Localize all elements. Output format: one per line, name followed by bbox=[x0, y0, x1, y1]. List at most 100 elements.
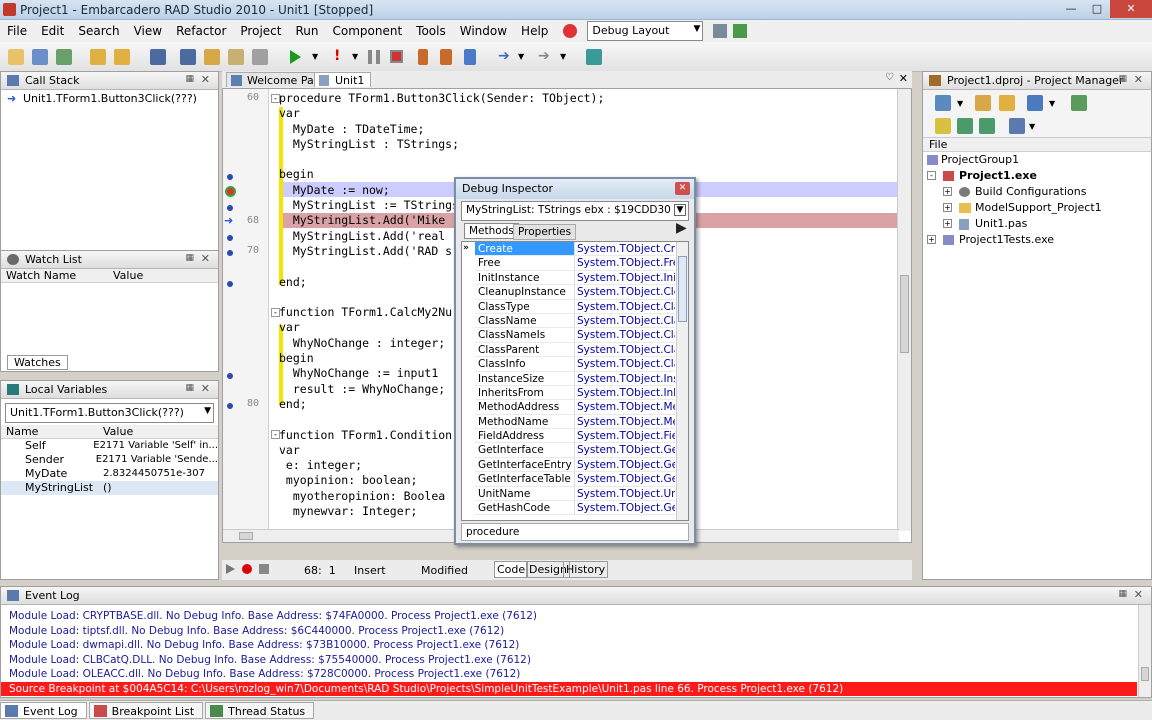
methods-grid[interactable]: » CreateSystem.TObject.Creat FreeSystem.… bbox=[461, 241, 689, 521]
method-row[interactable]: GetInterfaceSystem.TObject.GetIn bbox=[475, 443, 675, 458]
save-layout-icon[interactable] bbox=[713, 24, 728, 38]
code-line[interactable]: MyStringList : TStrings; bbox=[279, 137, 897, 152]
new-items-icon[interactable] bbox=[32, 49, 48, 65]
pin-icon[interactable]: ▦ bbox=[1118, 589, 1127, 599]
expand-toggle-icon[interactable]: + bbox=[927, 235, 936, 244]
tree-item-unit1[interactable]: + Unit1.pas bbox=[923, 216, 1151, 232]
menu-tools[interactable]: Tools bbox=[409, 24, 453, 38]
close-button[interactable]: ✕ bbox=[1110, 0, 1152, 18]
help-icon[interactable] bbox=[563, 24, 578, 38]
method-row[interactable]: ClassInfoSystem.TObject.Class: bbox=[475, 357, 675, 372]
breakpoint-dot-icon[interactable] bbox=[227, 250, 233, 256]
tab-event-log[interactable]: Event Log bbox=[0, 702, 87, 719]
menu-run[interactable]: Run bbox=[288, 24, 325, 38]
breakpoint-dot-icon[interactable] bbox=[227, 373, 233, 379]
play-macro-icon[interactable] bbox=[226, 564, 235, 574]
inspected-expression-combo[interactable]: MyStringList: TStrings ebx : $19CDD30 ▼ bbox=[461, 201, 689, 221]
expand-toggle-icon[interactable]: + bbox=[943, 203, 952, 212]
breakpoint-log-entry[interactable]: Source Breakpoint at $004A5C14: C:\Users… bbox=[1, 681, 1137, 696]
remove-file-icon[interactable] bbox=[252, 49, 268, 65]
dropdown-icon[interactable]: ▼ bbox=[1049, 99, 1055, 108]
dropdown-icon[interactable]: ▼ bbox=[352, 52, 358, 61]
breakpoint-hit-icon[interactable] bbox=[225, 186, 236, 197]
new-icon[interactable] bbox=[8, 49, 24, 65]
back-dropdown-icon[interactable]: ▼ bbox=[518, 52, 524, 61]
method-row[interactable]: UnitNameSystem.TObject.UnitN bbox=[475, 486, 675, 502]
breakpoint-dot-icon[interactable] bbox=[227, 235, 233, 241]
back-icon[interactable]: ➔ bbox=[498, 48, 510, 64]
panel-close-icon[interactable]: ✕ bbox=[1134, 588, 1143, 601]
minimize-button[interactable]: — bbox=[1058, 0, 1084, 18]
menu-component[interactable]: Component bbox=[325, 24, 409, 38]
collapse-toggle-icon[interactable]: - bbox=[927, 171, 936, 180]
list-view-icon[interactable] bbox=[1009, 118, 1025, 134]
locals-row[interactable]: MyDate 2.8324450751e-307 bbox=[1, 467, 218, 481]
tab-thread-status[interactable]: Thread Status bbox=[205, 702, 315, 719]
menu-help[interactable]: Help bbox=[514, 24, 555, 38]
new-project-icon[interactable] bbox=[975, 95, 991, 111]
log-entry[interactable]: Module Load: dwmapi.dll. No Debug Info. … bbox=[1, 638, 1151, 653]
record-macro-icon[interactable] bbox=[242, 564, 252, 574]
menu-edit[interactable]: Edit bbox=[34, 24, 71, 38]
panel-close-icon[interactable]: ✕ bbox=[201, 73, 210, 86]
tab-breakpoint-list[interactable]: Breakpoint List bbox=[88, 702, 204, 719]
debug-inspector-close-button[interactable]: ✕ bbox=[675, 182, 690, 195]
method-row[interactable]: ClassNameIsSystem.TObject.Classl bbox=[475, 328, 675, 343]
panel-close-icon[interactable]: ✕ bbox=[201, 382, 210, 395]
method-row[interactable]: ClassNameSystem.TObject.Classl bbox=[475, 313, 675, 329]
build-icon[interactable] bbox=[935, 118, 951, 134]
breakpoint-dot-icon[interactable] bbox=[227, 281, 233, 287]
locals-row[interactable]: Self E2171 Variable 'Self' in... bbox=[1, 439, 218, 453]
dropdown-icon[interactable]: ▼ bbox=[1029, 122, 1035, 131]
menu-view[interactable]: View bbox=[127, 24, 169, 38]
method-row[interactable]: CreateSystem.TObject.Creat bbox=[475, 242, 675, 257]
expand-all-icon[interactable] bbox=[957, 118, 973, 134]
component-icon[interactable] bbox=[586, 49, 602, 65]
log-entry[interactable]: Module Load: OLEACC.dll. No Debug Info. … bbox=[1, 667, 1151, 682]
tree-item-project1tests[interactable]: + Project1Tests.exe bbox=[923, 232, 1151, 248]
method-row[interactable]: InheritsFromSystem.TObject.Inher bbox=[475, 385, 675, 401]
sync-icon[interactable] bbox=[1071, 95, 1087, 111]
save-icon[interactable] bbox=[150, 49, 166, 65]
locals-row[interactable]: MyStringList () bbox=[1, 481, 218, 495]
tree-item-project1[interactable]: - Project1.exe bbox=[923, 168, 1151, 184]
activate-icon[interactable] bbox=[935, 95, 951, 111]
collapse-all-icon[interactable] bbox=[979, 118, 995, 134]
method-row[interactable]: Free System.TObject.Free bbox=[475, 256, 675, 271]
code-line[interactable]: procedure TForm1.Button3Click(Sender: TO… bbox=[279, 91, 897, 106]
scroll-thumb[interactable] bbox=[1141, 667, 1149, 681]
layout-combo[interactable]: Debug Layout ▼ bbox=[587, 21, 704, 41]
stop-icon[interactable] bbox=[390, 50, 403, 63]
project-tree[interactable]: ProjectGroup1 - Project1.exe + Build Con… bbox=[923, 152, 1151, 248]
breakpoint-dot-icon[interactable] bbox=[227, 174, 233, 180]
watches-tab[interactable]: Watches bbox=[7, 355, 68, 370]
forward-icon[interactable]: ➔ bbox=[538, 48, 550, 64]
dropdown-icon[interactable]: ▼ bbox=[957, 99, 963, 108]
open-file-icon[interactable] bbox=[204, 49, 220, 65]
expand-toggle-icon[interactable]: + bbox=[943, 187, 952, 196]
debug-inspector-titlebar[interactable]: Debug Inspector ✕ bbox=[456, 179, 694, 199]
maximize-button[interactable]: □ bbox=[1084, 0, 1110, 18]
tab-unit1[interactable]: Unit1 bbox=[314, 72, 372, 87]
watch-name-column[interactable]: Watch Name bbox=[1, 269, 113, 282]
tab-history[interactable]: History bbox=[563, 561, 609, 578]
code-line[interactable]: var bbox=[279, 106, 897, 121]
editor-vertical-scrollbar[interactable] bbox=[897, 89, 911, 531]
menu-search[interactable]: Search bbox=[71, 24, 126, 38]
forward-dropdown-icon[interactable]: ▼ bbox=[560, 52, 566, 61]
add-file-icon[interactable] bbox=[228, 49, 244, 65]
method-row[interactable]: GetInterfaceEntrySystem.TObject.GetIn bbox=[475, 457, 675, 473]
pin-icon[interactable]: ▦ bbox=[185, 74, 194, 84]
method-row[interactable]: InstanceSizeSystem.TObject.Insta bbox=[475, 371, 675, 386]
method-row[interactable]: GetHashCodeSystem.TObject.GetH bbox=[475, 501, 675, 516]
editor-gutter[interactable] bbox=[223, 89, 269, 542]
method-row[interactable]: InitInstanceSystem.TObject.InitIn bbox=[475, 270, 675, 286]
call-stack-item[interactable]: ➜ Unit1.TForm1.Button3Click(???) bbox=[1, 92, 218, 106]
scroll-thumb[interactable] bbox=[678, 256, 687, 322]
watch-value-column[interactable]: Value bbox=[113, 269, 143, 282]
run-dropdown-icon[interactable]: ▼ bbox=[312, 52, 318, 61]
code-line[interactable]: MyDate : TDateTime; bbox=[279, 122, 897, 137]
log-entry[interactable]: Module Load: CRYPTBASE.dll. No Debug Inf… bbox=[1, 609, 1151, 624]
breakpoint-dot-icon[interactable] bbox=[227, 205, 233, 211]
project-tree-header[interactable]: File bbox=[923, 138, 1151, 152]
